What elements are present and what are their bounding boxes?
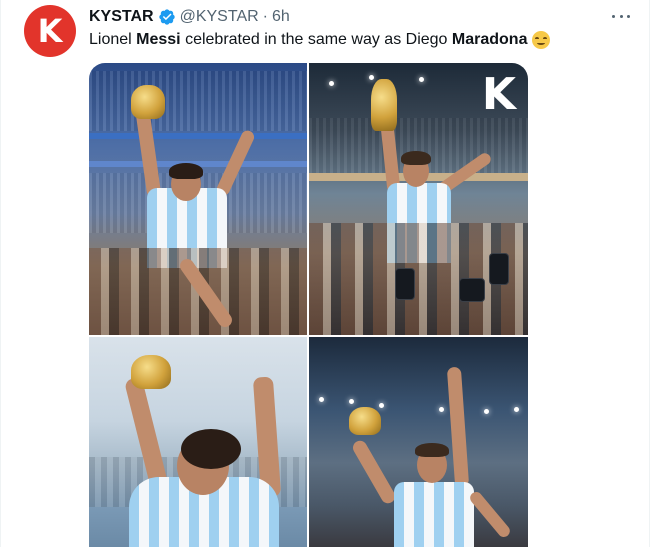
tweet[interactable]: K KYSTAR @KYSTAR · 6h Lionel Messi celeb… xyxy=(0,0,650,547)
tweet-header: KYSTAR @KYSTAR · 6h xyxy=(89,6,290,28)
tweet-text: Lionel Messi celebrated in the same way … xyxy=(89,30,551,50)
avatar-logo: K xyxy=(37,12,63,50)
media-grid: K xyxy=(89,63,528,547)
avatar[interactable]: K xyxy=(24,5,76,57)
author-handle[interactable]: @KYSTAR xyxy=(180,8,259,26)
verified-badge-icon xyxy=(158,9,175,25)
tweet-text-part: celebrated in the same way as Diego xyxy=(180,31,452,48)
author-name[interactable]: KYSTAR xyxy=(89,8,154,26)
timestamp[interactable]: 6h xyxy=(272,8,290,26)
photo-messi-trophy-crowd[interactable]: K xyxy=(309,63,528,335)
tweet-text-maradona[interactable]: Maradona xyxy=(452,30,528,50)
photo-messi-stadium-lights[interactable] xyxy=(309,337,528,547)
more-options-icon[interactable] xyxy=(609,8,633,24)
separator-dot: · xyxy=(262,8,268,25)
photo-maradona-trophy-crowd[interactable] xyxy=(89,63,307,335)
smiling-face-emoji-icon xyxy=(532,31,551,49)
tweet-text-messi[interactable]: Messi xyxy=(136,30,180,50)
tweet-text-part: Lionel xyxy=(89,31,137,48)
kystar-watermark: K xyxy=(481,69,516,120)
photo-maradona-trophy-closeup[interactable] xyxy=(89,337,307,547)
